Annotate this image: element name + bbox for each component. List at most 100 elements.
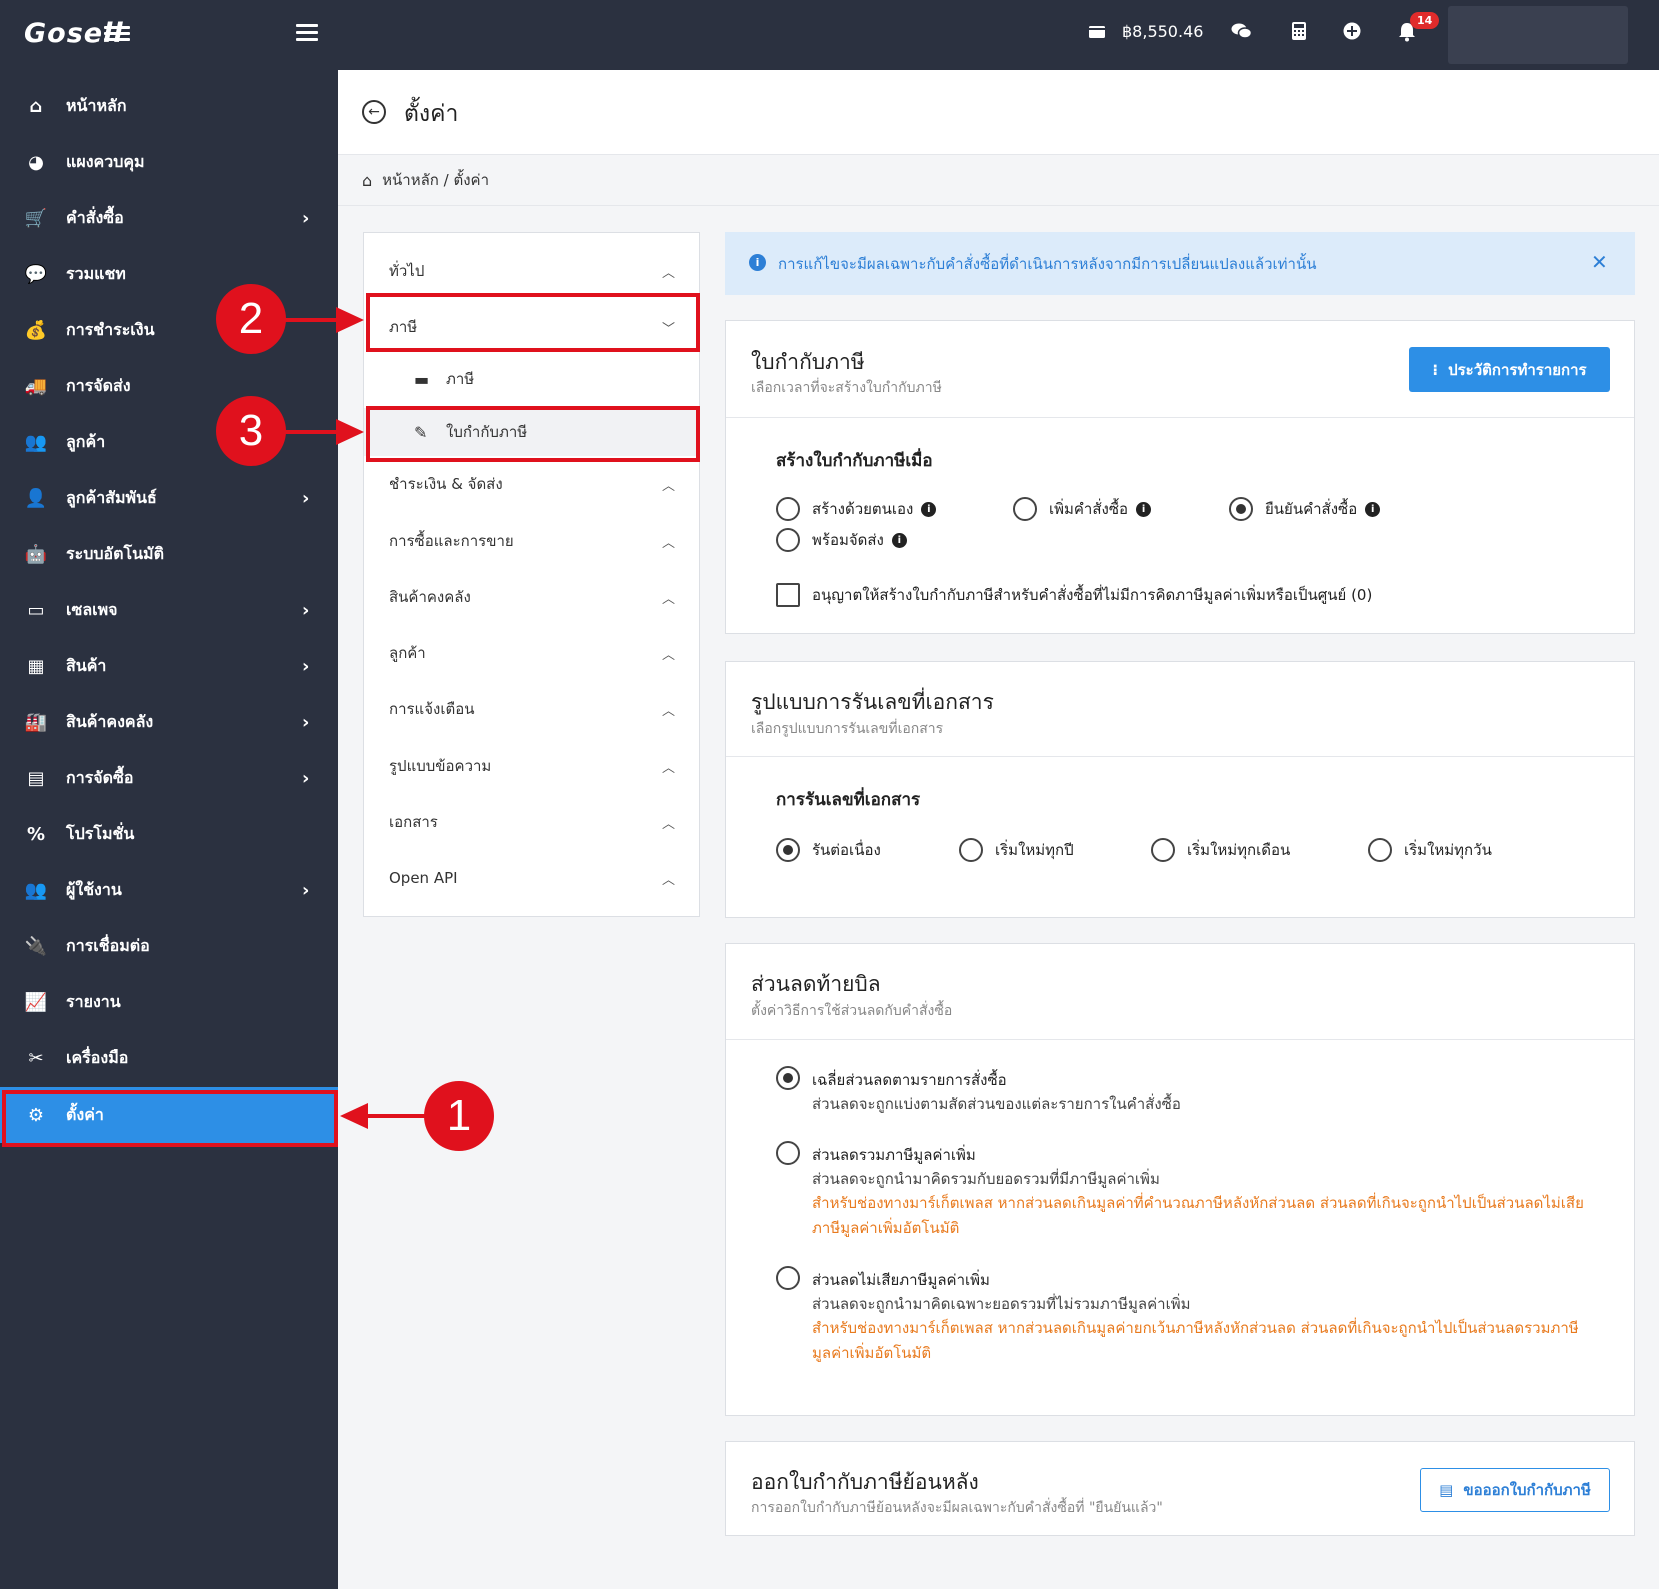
highlight-tax xyxy=(366,293,700,352)
menu-item-label: ภาษี xyxy=(446,370,475,388)
allow-zero-vat-checkbox[interactable]: อนุญาตให้สร้างใบกำกับภาษีสำหรับคำสั่งซื้… xyxy=(776,583,1372,607)
sidebar-item-reports[interactable]: 📈 รายงาน xyxy=(0,974,338,1030)
radio-continuous[interactable]: รันต่อเนื่อง xyxy=(776,838,881,862)
sidebar-item-label: ลูกค้าสัมพันธ์ xyxy=(66,487,157,507)
radio-reset-daily[interactable]: เริ่มใหม่ทุกวัน xyxy=(1368,838,1492,862)
sidebar-item-integration[interactable]: 🔌 การเชื่อมต่อ xyxy=(0,918,338,974)
radio-label: เริ่มใหม่ทุกปี xyxy=(995,841,1074,859)
radio-circle xyxy=(776,497,800,521)
info-icon[interactable]: i xyxy=(1365,501,1381,517)
dashboard-icon: ◕ xyxy=(28,151,44,173)
chevron-right-icon: › xyxy=(302,767,310,789)
radio-label: เริ่มใหม่ทุกวัน xyxy=(1404,841,1492,859)
menu-item-inventory[interactable]: สินค้าคงคลัง ︿ xyxy=(364,573,699,621)
calculator-icon[interactable] xyxy=(1292,22,1306,40)
info-icon[interactable]: i xyxy=(921,501,937,517)
radio-circle[interactable] xyxy=(776,1141,800,1165)
chevron-up-icon: ︿ xyxy=(662,591,676,607)
chat-icon: 💬 xyxy=(24,263,48,285)
radio-label: พร้อมจัดส่ง xyxy=(812,531,884,549)
sidebar-item-label: ลูกค้า xyxy=(66,431,106,451)
chevron-up-icon: ︿ xyxy=(662,872,676,888)
request-invoice-button[interactable]: ▤ ขอออกใบกำกับภาษี xyxy=(1420,1468,1610,1512)
add-circle-icon[interactable] xyxy=(1343,22,1361,40)
user-profile[interactable] xyxy=(1448,6,1628,64)
menu-item-message-templates[interactable]: รูปแบบข้อความ ︿ xyxy=(364,742,699,790)
cart-icon: 🛒 xyxy=(24,207,48,229)
menu-subitem-tax[interactable]: ▬ ภาษี xyxy=(364,355,699,403)
sidebar-item-inventory[interactable]: 🏭 สินค้าคงคลัง › xyxy=(0,694,338,750)
divider xyxy=(726,756,1634,757)
sidebar-item-payment[interactable]: 💰 การชำระเงิน xyxy=(0,302,338,358)
option-title: ส่วนลดรวมภาษีมูลค่าเพิ่ม xyxy=(812,1146,976,1164)
radio-confirm-order[interactable]: ยืนยันคำสั่งซื้อ i xyxy=(1229,497,1381,521)
sidebar-item-label: การเชื่อมต่อ xyxy=(66,935,150,955)
discount-option-non-vat[interactable]: ส่วนลดไม่เสียภาษีมูลค่าเพิ่ม ส่วนลดจะถูก… xyxy=(776,1266,1606,1366)
radio-manual[interactable]: สร้างด้วยตนเอง i xyxy=(776,497,937,521)
sidebar-item-promotion[interactable]: % โปรโมชั่น xyxy=(0,806,338,862)
sidebar-item-customers[interactable]: 👥 ลูกค้า xyxy=(0,414,338,470)
sidebar-item-automation[interactable]: 🤖 ระบบอัตโนมัติ xyxy=(0,526,338,582)
sidebar-item-chat[interactable]: 💬 รวมแชท xyxy=(0,246,338,302)
back-arrow-icon[interactable]: ← xyxy=(362,100,386,124)
sidebar-item-crm[interactable]: 👤 ลูกค้าสัมพันธ์ › xyxy=(0,470,338,526)
chevron-right-icon: › xyxy=(302,879,310,901)
chevron-up-icon: ︿ xyxy=(662,703,676,719)
wallet-balance[interactable]: ฿8,550.46 xyxy=(1088,22,1203,41)
alert-text: การแก้ไขจะมีผลเฉพาะกับคำสั่งซื้อที่ดำเนิ… xyxy=(778,255,1317,273)
breadcrumb: ⌂ หน้าหลัก / ตั้งค่า xyxy=(362,168,489,192)
history-button[interactable]: ⁝ ประวัติการทำรายการ xyxy=(1409,347,1610,392)
sidebar-item-home[interactable]: ⌂ หน้าหลัก xyxy=(0,78,338,134)
menu-item-notifications[interactable]: การแจ้งเตือน ︿ xyxy=(364,685,699,733)
radio-circle[interactable] xyxy=(776,1066,800,1090)
discount-option-average[interactable]: เฉลี่ยส่วนลดตามรายการสั่งซื้อ ส่วนลดจะถู… xyxy=(776,1066,1606,1116)
menu-item-customers[interactable]: ลูกค้า ︿ xyxy=(364,629,699,677)
user-group-icon: 👥 xyxy=(24,879,48,901)
menu-item-payment-shipping[interactable]: ชำระเงิน & จัดส่ง ︿ xyxy=(364,460,699,508)
radio-circle xyxy=(776,838,800,862)
sidebar-item-tools[interactable]: ✂ เครื่องมือ xyxy=(0,1030,338,1086)
sidebar-item-dashboard[interactable]: ◕ แผงควบคุม xyxy=(0,134,338,190)
store-icon: ▬ xyxy=(414,369,430,389)
breadcrumb-text[interactable]: หน้าหลัก / ตั้งค่า xyxy=(382,168,489,192)
sidebar-item-products[interactable]: ▦ สินค้า › xyxy=(0,638,338,694)
truck-icon: 🚚 xyxy=(24,375,48,397)
menu-item-documents[interactable]: เอกสาร ︿ xyxy=(364,798,699,846)
menu-item-general[interactable]: ทั่วไป ︿ xyxy=(364,247,699,295)
radio-add-order[interactable]: เพิ่มคำสั่งซื้อ i xyxy=(1013,497,1152,521)
option-desc: ส่วนลดจะถูกแบ่งตามสัดส่วนของแต่ละรายการใ… xyxy=(812,1095,1181,1113)
document-numbering-card: รูปแบบการรันเลขที่เอกสาร เลือกรูปแบบการร… xyxy=(725,661,1635,918)
option-title: เฉลี่ยส่วนลดตามรายการสั่งซื้อ xyxy=(812,1071,1007,1089)
radio-ready-to-ship[interactable]: พร้อมจัดส่ง i xyxy=(776,528,907,552)
card-title: รูปแบบการรันเลขที่เอกสาร xyxy=(751,690,994,714)
annotation-1: 1 xyxy=(424,1081,494,1151)
balance-text: ฿8,550.46 xyxy=(1122,22,1204,41)
radio-label: ยืนยันคำสั่งซื้อ xyxy=(1265,500,1358,518)
menu-item-open-api[interactable]: Open API ︿ xyxy=(364,854,699,902)
chat-icon[interactable] xyxy=(1231,22,1253,40)
discount-option-incl-vat[interactable]: ส่วนลดรวมภาษีมูลค่าเพิ่ม ส่วนลดจะถูกนำมา… xyxy=(776,1141,1606,1241)
info-icon[interactable]: i xyxy=(891,532,907,548)
sidebar-item-shipping[interactable]: 🚚 การจัดส่ง xyxy=(0,358,338,414)
page-title: ตั้งค่า xyxy=(404,101,459,127)
home-icon[interactable]: ⌂ xyxy=(362,171,372,190)
sidebar-item-users[interactable]: 👥 ผู้ใช้งาน › xyxy=(0,862,338,918)
close-icon[interactable]: ✕ xyxy=(1591,250,1608,274)
info-icon[interactable]: i xyxy=(1136,501,1152,517)
menu-item-buying-selling[interactable]: การซื้อและการขาย ︿ xyxy=(364,517,699,565)
option-title: ส่วนลดไม่เสียภาษีมูลค่าเพิ่ม xyxy=(812,1271,990,1289)
card-subtitle: เลือกเวลาที่จะสร้างใบกำกับภาษี xyxy=(751,380,942,396)
radio-circle[interactable] xyxy=(776,1266,800,1290)
checkbox-box xyxy=(776,583,800,607)
window-icon: ▭ xyxy=(27,599,45,621)
radio-reset-yearly[interactable]: เริ่มใหม่ทุกปี xyxy=(959,838,1074,862)
radio-reset-monthly[interactable]: เริ่มใหม่ทุกเดือน xyxy=(1151,838,1290,862)
chevron-right-icon: › xyxy=(302,207,310,229)
support-agent-icon: 👤 xyxy=(24,487,48,509)
sidebar-item-orders[interactable]: 🛒 คำสั่งซื้อ › xyxy=(0,190,338,246)
sidebar-item-salespage[interactable]: ▭ เซลเพจ › xyxy=(0,582,338,638)
robot-icon: 🤖 xyxy=(24,543,48,565)
menu-toggle-button[interactable] xyxy=(296,24,318,44)
card-title: ออกใบกำกับภาษีย้อนหลัง xyxy=(751,1470,979,1494)
sidebar-item-purchasing[interactable]: ▤ การจัดซื้อ › xyxy=(0,750,338,806)
